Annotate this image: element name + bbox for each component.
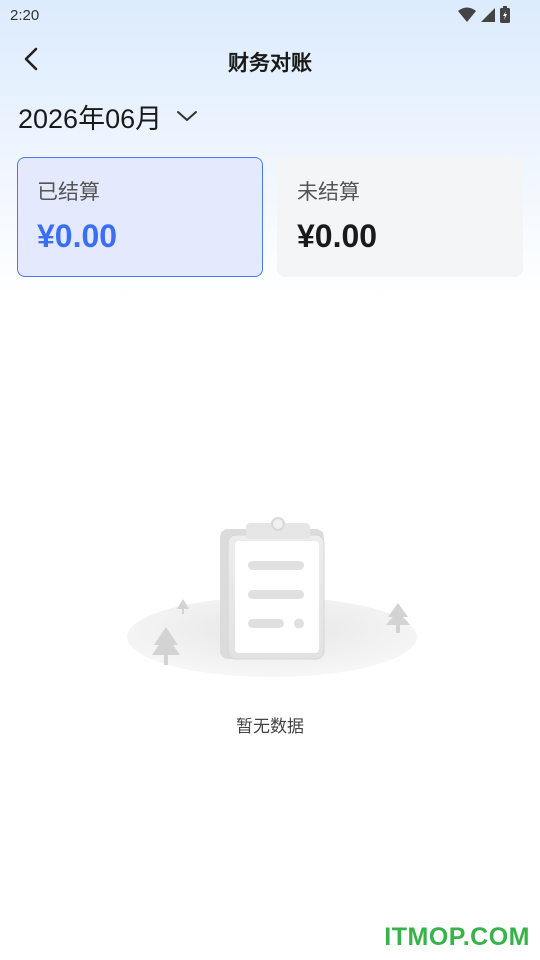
signal-icon: [481, 7, 495, 22]
unsettled-label: 未结算: [297, 181, 360, 204]
unsettled-card[interactable]: 未结算 ¥0.00: [277, 157, 523, 277]
chevron-down-icon: [177, 111, 198, 121]
watermark-logo: ITMOP.COM: [384, 923, 530, 951]
month-value: 2026年06月: [18, 103, 163, 134]
wifi-icon: [458, 7, 476, 22]
status-icons: [458, 6, 510, 23]
settled-amount: ¥0.00: [37, 218, 118, 254]
unsettled-amount: ¥0.00: [297, 218, 378, 254]
battery-icon: [500, 6, 510, 23]
page-title: 财务对账: [228, 52, 312, 75]
month-picker[interactable]: 2026年06月: [18, 96, 198, 136]
empty-clipboard-illustration: [127, 517, 417, 677]
title-bar: 财务对账: [0, 36, 540, 82]
empty-state-text: 暂无数据: [236, 717, 304, 736]
status-time: 2:20: [10, 7, 40, 24]
settled-card[interactable]: 已结算 ¥0.00: [17, 157, 263, 277]
settled-label: 已结算: [37, 181, 100, 204]
status-bar: 2:20: [0, 0, 540, 30]
